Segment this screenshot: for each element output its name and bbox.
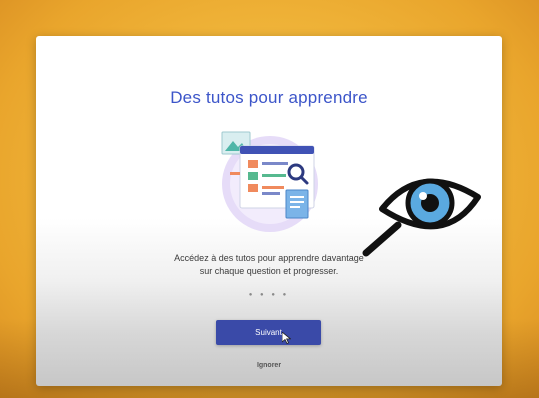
description-line-1: Accédez à des tutos pour apprendre davan… — [174, 253, 364, 263]
description-line-2: sur chaque question et progresser. — [199, 266, 339, 276]
modal-title: Des tutos pour apprendre — [170, 88, 368, 107]
next-button-label: Suivant — [255, 328, 282, 337]
tutorial-illustration-icon — [221, 131, 318, 232]
modal-description: Accédez à des tutos pour apprendre davan… — [36, 252, 502, 278]
pagination-dots[interactable]: ● ● ● ● — [36, 292, 502, 298]
onboarding-modal: Des tutos pour apprendre Accédez à des t… — [36, 36, 502, 386]
eye-magnifier-icon — [362, 178, 481, 257]
skip-link[interactable]: Ignorer — [36, 362, 502, 369]
cursor-icon — [282, 332, 291, 344]
next-button[interactable]: Suivant — [216, 320, 321, 345]
